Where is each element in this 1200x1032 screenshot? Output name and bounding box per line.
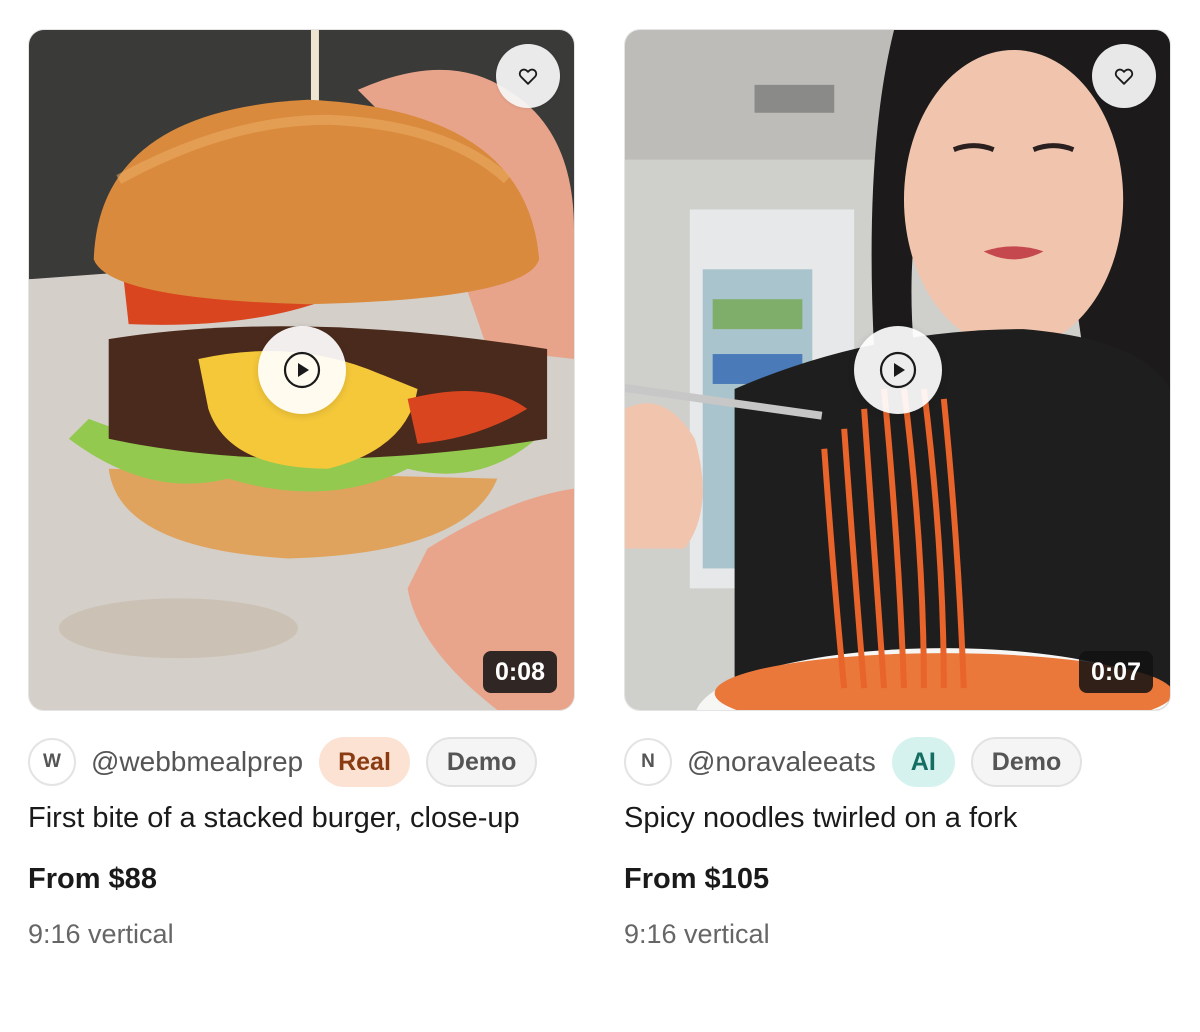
video-card-noodles[interactable]: 0:07 N @noravaleeats AI Demo Spicy noodl… <box>624 29 1171 950</box>
format-label: 9:16 vertical <box>28 919 174 949</box>
duration-badge: 0:08 <box>482 651 557 693</box>
favorite-button[interactable] <box>1092 44 1156 108</box>
favorite-button[interactable] <box>496 44 560 108</box>
video-card-burger[interactable]: 0:08 W @webbmealprep Real Demo First bit… <box>28 29 575 950</box>
heart-icon <box>1114 68 1134 85</box>
tag-demo: Demo <box>425 737 538 787</box>
format-label: 9:16 vertical <box>624 919 770 949</box>
creator-row: W @webbmealprep Real Demo <box>28 736 575 788</box>
price-label: From $88 <box>28 863 157 895</box>
play-icon <box>879 351 916 389</box>
video-title[interactable]: First bite of a stacked burger, close-up <box>28 801 575 835</box>
price-label: From $105 <box>624 863 770 895</box>
duration-badge: 0:07 <box>1078 651 1153 693</box>
tag-real: Real <box>319 737 410 787</box>
tag-demo: Demo <box>970 737 1083 787</box>
play-button[interactable] <box>853 326 942 414</box>
video-title[interactable]: Spicy noodles twirled on a fork <box>624 801 1171 835</box>
creator-handle[interactable]: @noravaleeats <box>687 746 876 778</box>
video-thumbnail[interactable]: 0:08 <box>28 29 575 711</box>
creator-handle[interactable]: @webbmealprep <box>91 746 303 778</box>
tag-ai: AI <box>891 737 955 787</box>
play-icon <box>283 351 320 389</box>
play-button[interactable] <box>257 326 346 414</box>
video-thumbnail[interactable]: 0:07 <box>624 29 1171 711</box>
creator-row: N @noravaleeats AI Demo <box>624 736 1171 788</box>
avatar[interactable]: W <box>28 738 76 786</box>
heart-icon <box>518 68 538 85</box>
avatar[interactable]: N <box>624 738 672 786</box>
